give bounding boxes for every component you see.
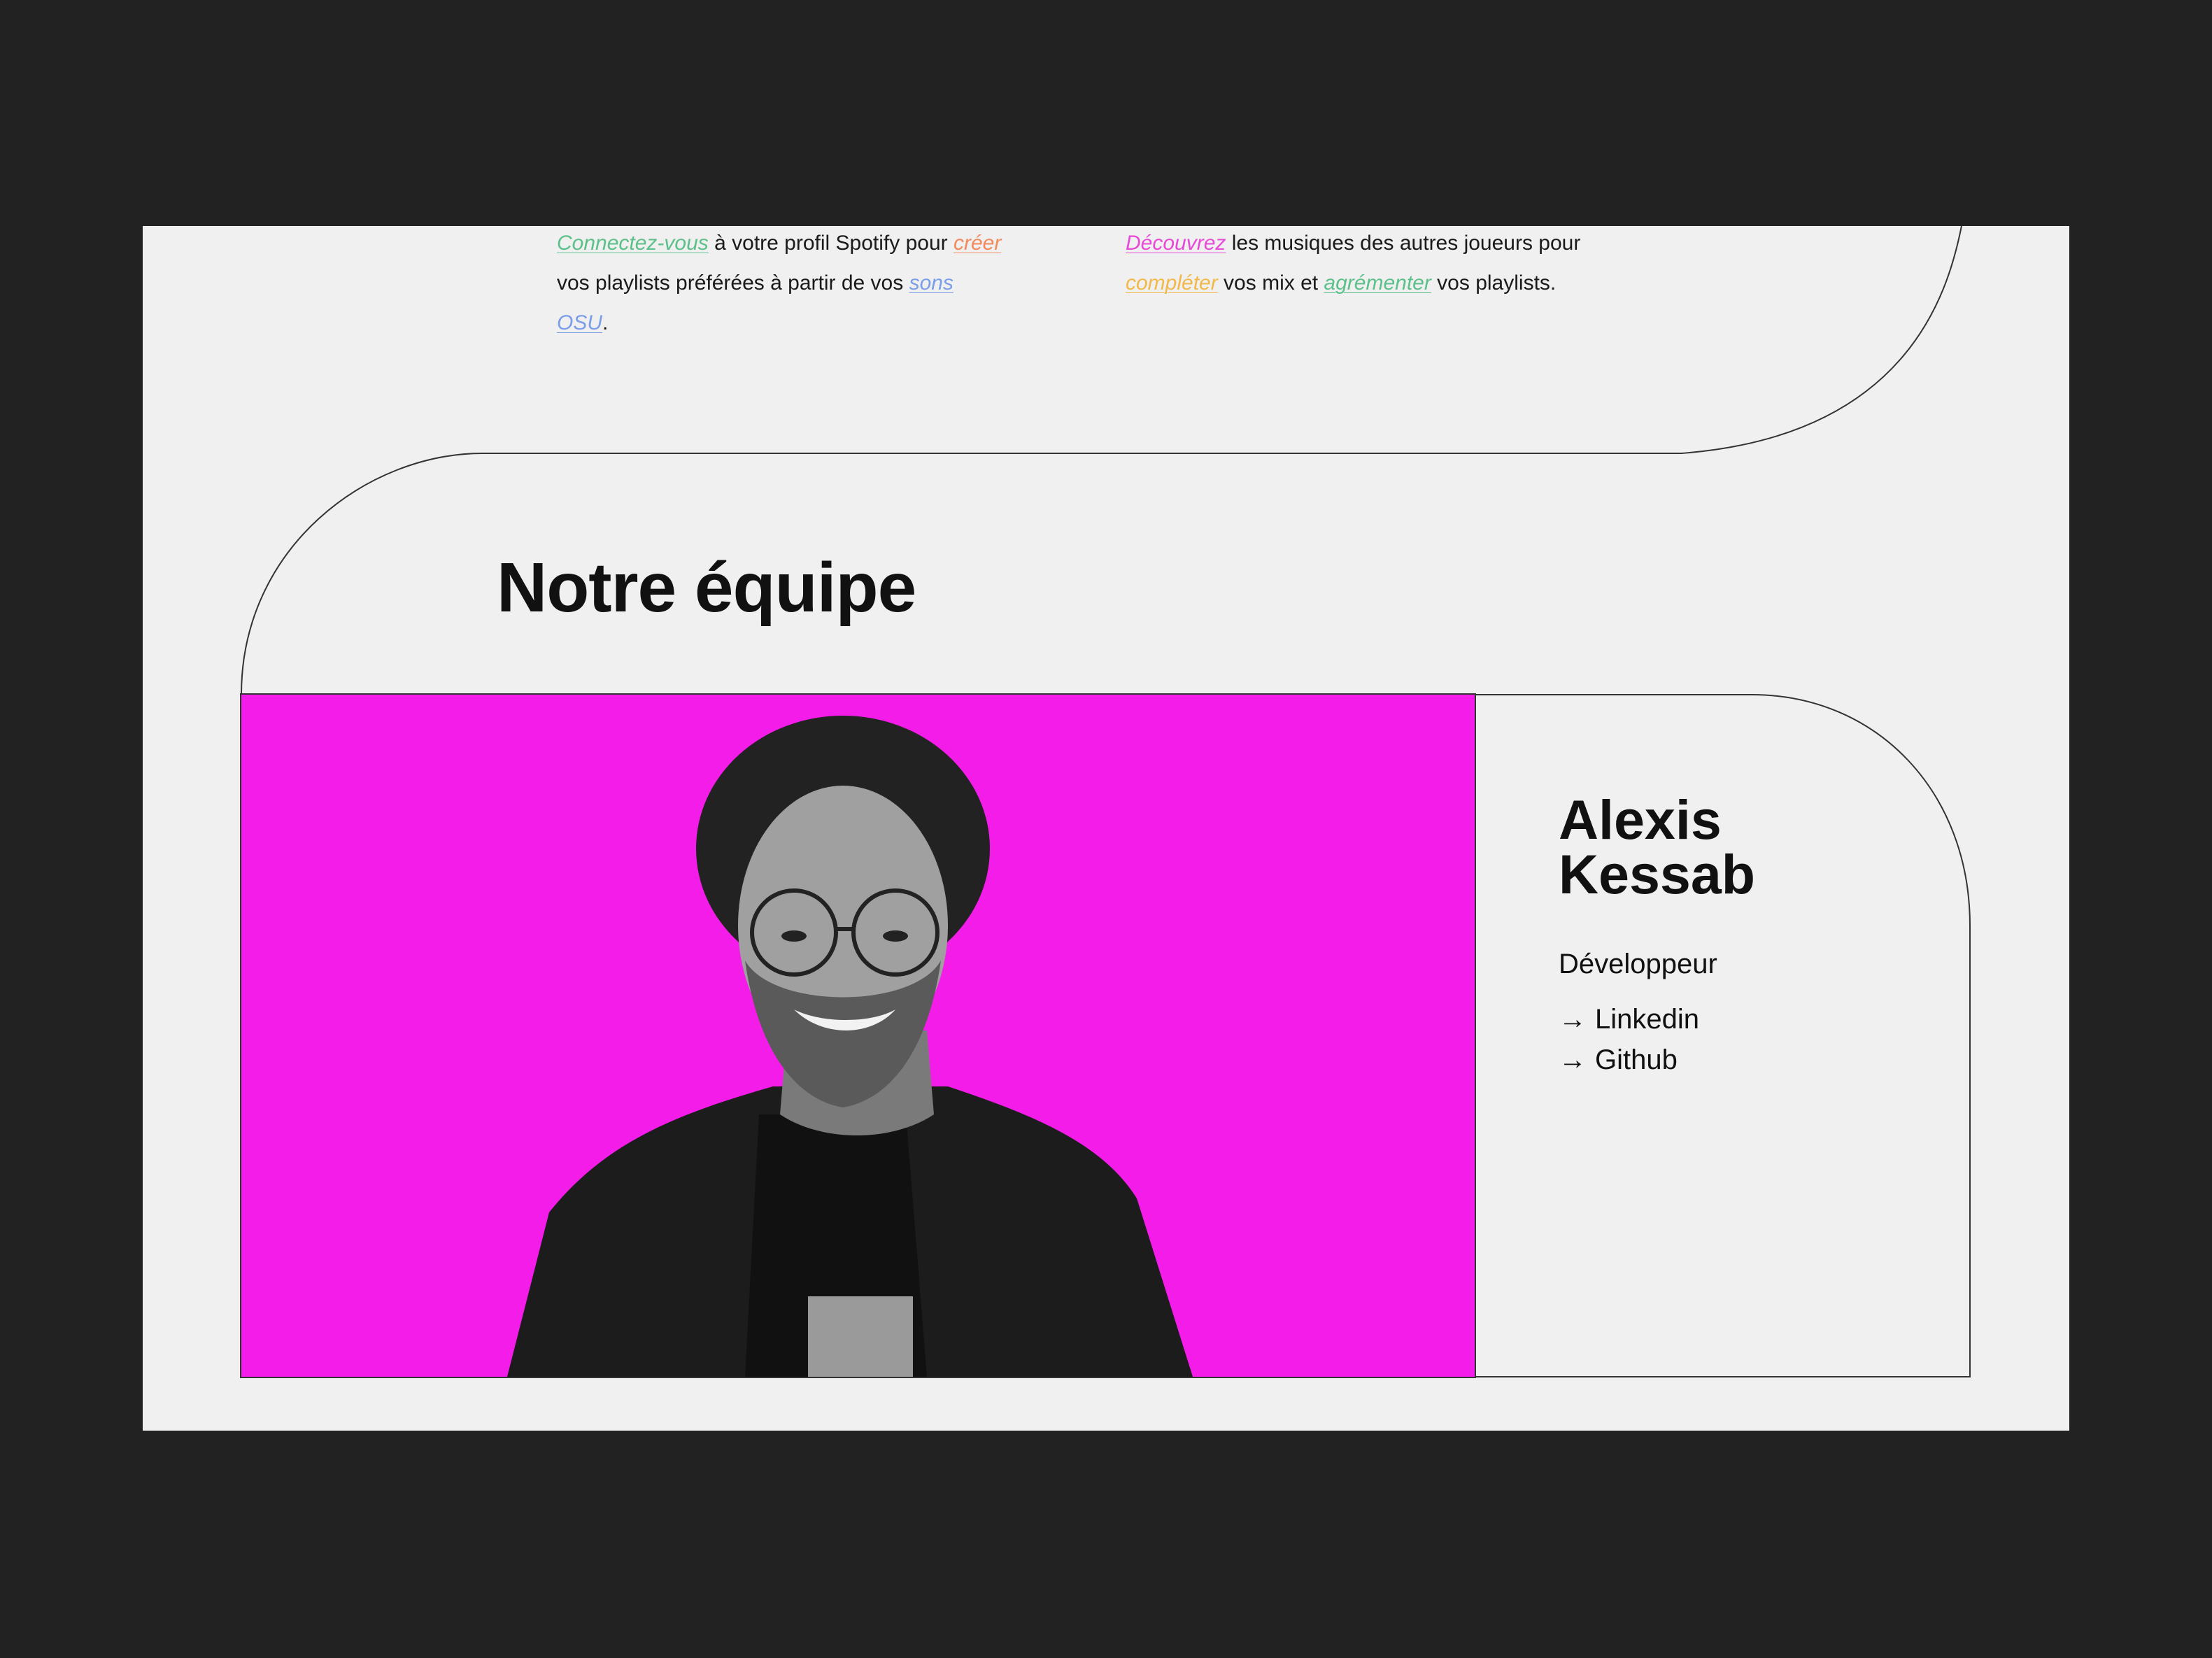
link-label: Linkedin	[1595, 1004, 1700, 1035]
feature-text: .	[602, 311, 609, 334]
feature-text: les musiques des autres joueurs pour	[1226, 232, 1581, 255]
feature-connect-text: Connectez-vous à votre profil Spotify po…	[557, 226, 1005, 343]
linkedin-link[interactable]: → Linkedin	[1559, 999, 1699, 1040]
member-photo	[240, 693, 1476, 1378]
feature-text: vos playlists.	[1431, 271, 1557, 295]
discover-link[interactable]: Découvrez	[1126, 232, 1226, 255]
link-label: Github	[1595, 1044, 1678, 1075]
create-link[interactable]: créer	[953, 232, 1001, 255]
feature-text: vos playlists préférées à partir de vos	[557, 271, 909, 295]
arrow-right-icon: →	[1559, 1004, 1587, 1035]
feature-text: vos mix et	[1217, 271, 1324, 295]
member-role: Développeur	[1559, 949, 1717, 979]
member-last-name: Kessab	[1559, 843, 1756, 905]
member-first-name: Alexis	[1559, 788, 1722, 851]
team-section-title: Notre équipe	[497, 548, 916, 627]
feature-text: à votre profil Spotify pour	[708, 232, 953, 255]
github-link[interactable]: → Github	[1559, 1040, 1699, 1080]
member-links: → Linkedin → Github	[1559, 999, 1699, 1080]
enhance-link[interactable]: agrémenter	[1324, 271, 1431, 295]
person-portrait-illustration	[507, 716, 1193, 1377]
member-name: Alexis Kessab	[1559, 788, 1756, 905]
arrow-right-icon: →	[1559, 1044, 1587, 1075]
page-canvas: Connectez-vous à votre profil Spotify po…	[143, 226, 2069, 1431]
connect-link[interactable]: Connectez-vous	[557, 232, 709, 255]
complete-link[interactable]: compléter	[1126, 271, 1218, 295]
feature-discover-text: Découvrez les musiques des autres joueur…	[1126, 226, 1587, 303]
